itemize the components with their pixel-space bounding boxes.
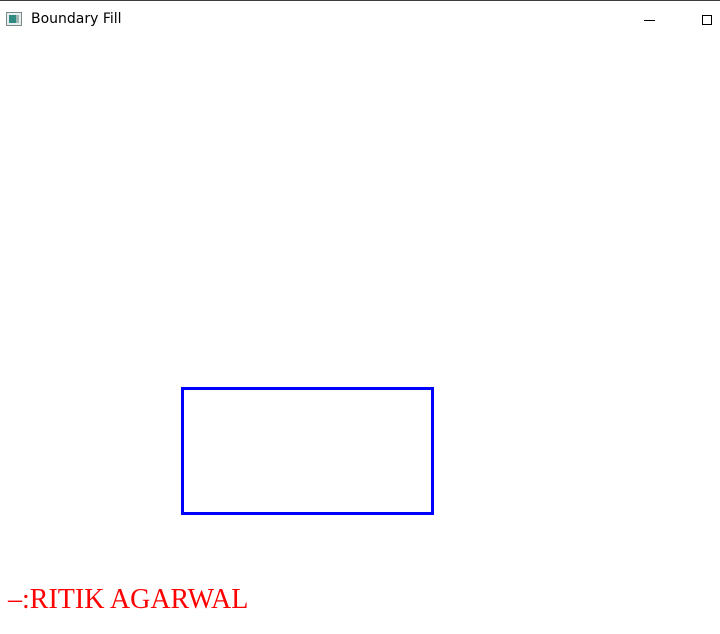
boundary-rectangle: [181, 387, 434, 515]
minimize-icon: [644, 20, 655, 21]
maximize-button[interactable]: [686, 5, 720, 35]
app-window-icon[interactable]: [6, 12, 22, 26]
title-bar[interactable]: Boundary Fill: [0, 1, 720, 39]
maximize-icon: [702, 15, 712, 25]
app-window: Boundary Fill –:RITIK AGARWAL: [0, 0, 720, 634]
app-icon-pane-side: [16, 15, 19, 23]
drawing-canvas[interactable]: –:RITIK AGARWAL: [0, 39, 720, 634]
window-title: Boundary Fill: [31, 11, 122, 27]
app-icon-pane: [9, 15, 16, 23]
minimize-button[interactable]: [628, 5, 672, 35]
author-label: –:RITIK AGARWAL: [8, 584, 249, 615]
